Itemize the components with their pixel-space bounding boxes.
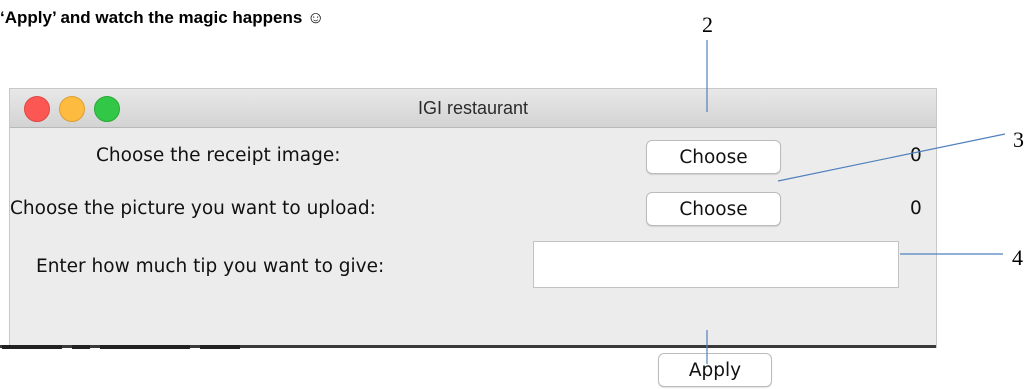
- app-window: IGI restaurant Choose the receipt image:…: [10, 89, 936, 387]
- picture-label: Choose the picture you want to upload:: [10, 198, 376, 219]
- apply-button[interactable]: Apply: [658, 353, 772, 387]
- tip-input[interactable]: [533, 241, 899, 288]
- document-heading: ‘Apply’ and watch the magic happens ☺: [0, 8, 325, 27]
- receipt-count: 0: [910, 145, 922, 166]
- clipped-text-fragment: [2, 345, 332, 353]
- title-bar[interactable]: IGI restaurant: [10, 89, 936, 128]
- window-title: IGI restaurant: [417, 98, 529, 118]
- tip-label: Enter how much tip you want to give:: [36, 256, 385, 277]
- form-panel: Choose the receipt image: Choose 0 Choos…: [10, 128, 936, 387]
- choose-receipt-button[interactable]: Choose: [646, 140, 781, 174]
- callout-number-3: 3: [1013, 127, 1024, 152]
- picture-count: 0: [910, 198, 922, 219]
- callout-number-2: 2: [702, 12, 713, 37]
- callout-number-4: 4: [1012, 245, 1023, 270]
- receipt-label: Choose the receipt image:: [96, 145, 341, 166]
- choose-picture-button[interactable]: Choose: [646, 192, 781, 226]
